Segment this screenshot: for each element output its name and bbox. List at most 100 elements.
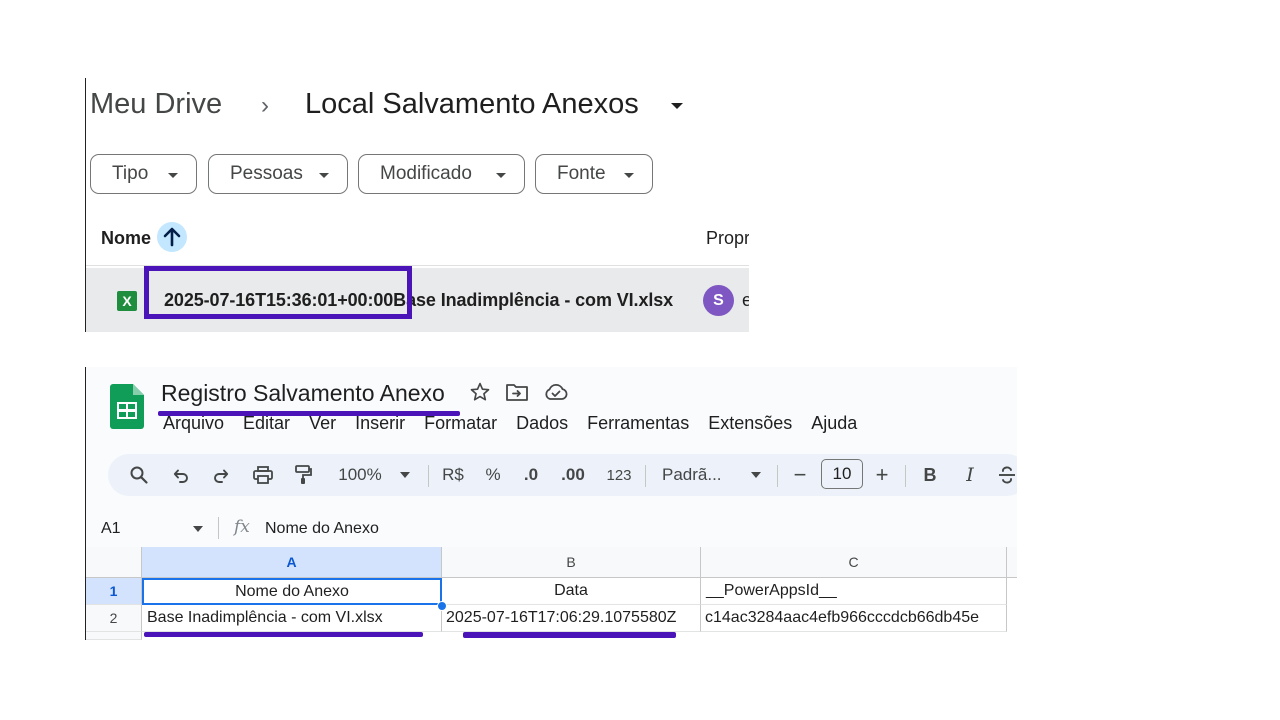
formula-bar-input[interactable]: Nome do Anexo — [265, 520, 379, 538]
italic-button[interactable]: I — [959, 454, 981, 496]
excel-file-icon: X — [117, 291, 137, 311]
star-icon[interactable] — [469, 381, 491, 403]
cloud-saved-icon[interactable] — [543, 381, 569, 403]
filter-label: Fonte — [557, 163, 606, 184]
font-dropdown-icon[interactable] — [749, 454, 763, 496]
menu-editar[interactable]: Editar — [243, 413, 290, 434]
font-select[interactable]: Padrã... — [662, 454, 732, 496]
zoom-select[interactable]: 100% — [332, 454, 388, 496]
undo-button[interactable] — [168, 454, 194, 496]
strikethrough-icon — [999, 466, 1015, 484]
toolbar: 100% R$ % .0 .00 123 Padrã... − 10 + B I — [108, 454, 1017, 496]
drive-panel: Meu Drive › Local Salvamento Anexos Tipo… — [85, 78, 749, 332]
cell-c2[interactable]: c14ac3284aac4efb966cccdcb66db45e — [701, 605, 1007, 632]
menu-formatar[interactable]: Formatar — [424, 413, 497, 434]
increase-decimal-label: .00 — [561, 465, 585, 484]
menu-ferramentas[interactable]: Ferramentas — [587, 413, 689, 434]
print-button[interactable] — [250, 454, 276, 496]
chevron-down-icon — [168, 173, 178, 178]
cell-a1[interactable]: Nome do Anexo — [142, 578, 442, 605]
chevron-down-icon — [496, 173, 506, 178]
cell-a2[interactable]: Base Inadimplência - com VI.xlsx — [142, 605, 442, 632]
fill-handle[interactable] — [437, 601, 447, 611]
cell-c1[interactable]: __PowerAppsId__ — [701, 578, 1007, 605]
paint-format-button[interactable] — [290, 454, 316, 496]
undo-icon — [173, 469, 188, 483]
column-header-a[interactable]: A — [142, 547, 442, 578]
menu-extensoes[interactable]: Extensões — [708, 413, 792, 434]
print-icon — [253, 466, 273, 484]
cell-b2-highlight-underline — [463, 632, 676, 638]
breadcrumb-root[interactable]: Meu Drive — [90, 88, 222, 121]
number-format-button[interactable]: 123 — [604, 454, 634, 496]
font-size-input[interactable]: 10 — [821, 459, 863, 489]
toolbar-divider — [777, 465, 778, 487]
menu-dados[interactable]: Dados — [516, 413, 568, 434]
toolbar-divider — [428, 465, 429, 487]
menu-ver[interactable]: Ver — [309, 413, 336, 434]
zoom-value: 100% — [338, 465, 382, 484]
name-box-dropdown-icon[interactable] — [193, 526, 203, 532]
menu-arquivo[interactable]: Arquivo — [163, 413, 224, 434]
zoom-dropdown-icon[interactable] — [398, 454, 412, 496]
filter-label: Pessoas — [230, 163, 303, 184]
column-header-b[interactable]: B — [442, 547, 701, 578]
move-folder-icon[interactable] — [505, 381, 529, 403]
row-header-2[interactable]: 2 — [86, 605, 142, 632]
menu-ajuda[interactable]: Ajuda — [811, 413, 857, 434]
decrease-decimal-label: .0 — [523, 465, 539, 484]
menu-inserir[interactable]: Inserir — [355, 413, 405, 434]
column-header-d[interactable] — [1007, 547, 1017, 578]
currency-format-button[interactable]: R$ — [439, 454, 467, 496]
sort-ascending-button[interactable] — [157, 222, 187, 252]
filter-pessoas[interactable]: Pessoas — [208, 154, 348, 194]
font-value: Padrã... — [662, 465, 722, 484]
chevron-down-icon — [319, 173, 329, 178]
folder-dropdown-icon[interactable] — [671, 103, 683, 109]
owner-avatar[interactable]: S — [703, 285, 734, 316]
row-header-3[interactable] — [86, 632, 142, 640]
sheets-logo-icon[interactable] — [110, 384, 144, 429]
cell-b2[interactable]: 2025-07-16T17:06:29.1075580Z — [442, 605, 701, 632]
percent-format-button[interactable]: % — [482, 454, 504, 496]
chevron-down-icon — [624, 173, 634, 178]
increase-decimal-button[interactable]: .00 — [558, 454, 588, 496]
search-icon — [130, 466, 148, 484]
owner-name: e — [742, 290, 749, 311]
strikethrough-button[interactable] — [996, 454, 1017, 496]
paint-roller-icon — [295, 465, 312, 484]
sheets-panel: Registro Salvamento Anexo Arquivo Editar… — [85, 367, 1017, 640]
spreadsheet-grid: A B C 1 Nome do Anexo Data __PowerAppsId… — [86, 547, 1017, 640]
filter-modificado[interactable]: Modificado — [358, 154, 525, 194]
filter-label: Modificado — [380, 163, 472, 184]
select-all-corner[interactable] — [86, 547, 142, 578]
toolbar-divider — [905, 465, 906, 487]
cell-a2-highlight-underline — [144, 632, 423, 637]
redo-button[interactable] — [208, 454, 234, 496]
bold-button[interactable]: B — [919, 454, 941, 496]
decrease-font-size-button[interactable]: − — [789, 454, 811, 496]
column-header-name[interactable]: Nome — [101, 228, 151, 249]
arrow-up-icon — [163, 227, 181, 247]
column-header-owner[interactable]: Propr — [706, 228, 749, 249]
document-title[interactable]: Registro Salvamento Anexo — [161, 380, 445, 407]
toolbar-divider — [645, 465, 646, 487]
title-actions — [469, 381, 569, 403]
redo-icon — [214, 469, 229, 483]
cell-b1[interactable]: Data — [442, 578, 701, 605]
menu-bar: Arquivo Editar Ver Inserir Formatar Dado… — [163, 413, 857, 434]
increase-font-size-button[interactable]: + — [871, 454, 893, 496]
highlight-box — [144, 266, 412, 319]
fx-icon: fx — [234, 517, 250, 537]
breadcrumb-folder[interactable]: Local Salvamento Anexos — [305, 88, 639, 121]
filter-fonte[interactable]: Fonte — [535, 154, 653, 194]
search-menus-button[interactable] — [126, 454, 152, 496]
decrease-decimal-button[interactable]: .0 — [518, 454, 544, 496]
column-header-c[interactable]: C — [701, 547, 1007, 578]
name-box[interactable]: A1 — [101, 520, 121, 538]
filter-label: Tipo — [112, 163, 149, 184]
row-header-1[interactable]: 1 — [86, 578, 142, 605]
breadcrumb-separator-icon: › — [261, 92, 269, 119]
filter-tipo[interactable]: Tipo — [90, 154, 197, 194]
formula-divider — [218, 517, 219, 539]
